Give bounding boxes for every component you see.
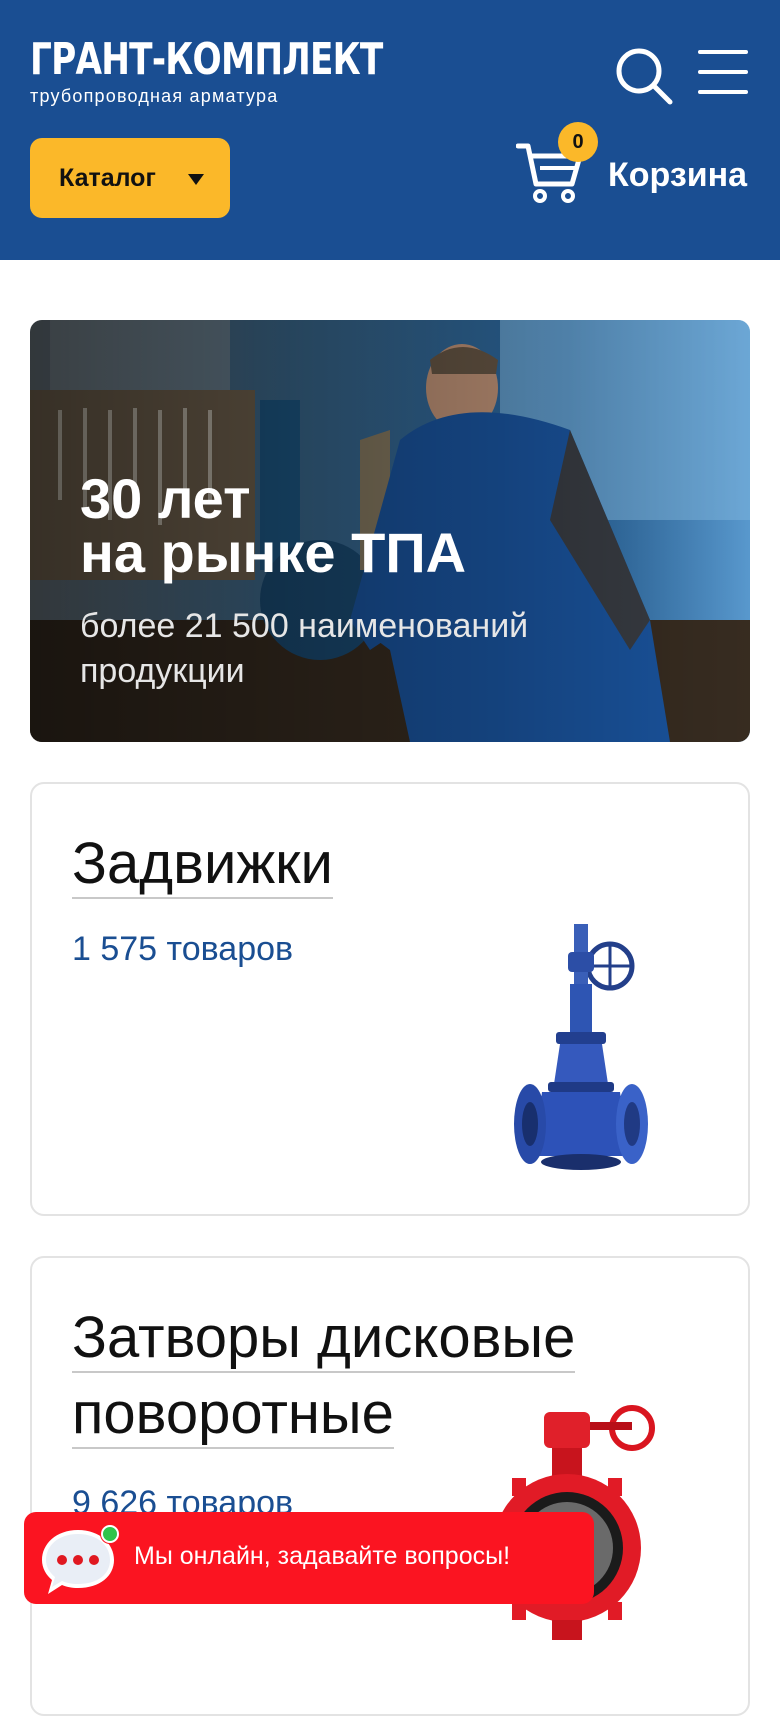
chevron-down-icon — [188, 174, 204, 185]
logo-title: ГРАНТ-КОМПЛЕКТ — [30, 34, 383, 85]
hero-subtitle: более 21 500 наименований продукции — [80, 607, 529, 690]
category-title-link[interactable]: Затворы дисковые — [72, 1305, 576, 1373]
search-icon — [616, 48, 673, 105]
cart-button[interactable]: 0 Корзина — [516, 122, 756, 222]
hamburger-menu-icon-bar — [698, 70, 748, 74]
online-chat-widget[interactable]: Мы онлайн, задавайте вопросы! — [24, 1512, 594, 1604]
cart-count-badge: 0 — [558, 122, 598, 162]
chat-bubble-icon — [42, 1524, 120, 1594]
hero-title: 30 лет на рынке ТПА — [80, 467, 467, 584]
category-title-link[interactable]: Задвижки — [72, 831, 333, 899]
category-title: Задвижки — [72, 826, 333, 902]
search-button[interactable] — [612, 44, 676, 108]
chat-widget-text: Мы онлайн, задавайте вопросы! — [134, 1542, 511, 1570]
menu-button[interactable] — [696, 46, 752, 98]
category-card-gate-valves[interactable]: Задвижки 1 575 товаров — [30, 782, 750, 1216]
gate-valve-image — [514, 924, 648, 1170]
site-logo[interactable]: ГРАНТ-КОМПЛЕКТ трубопроводная арматура — [30, 34, 482, 107]
logo-subtitle: трубопроводная арматура — [30, 86, 279, 106]
catalog-button[interactable]: Каталог — [30, 138, 230, 218]
cart-label: Корзина — [608, 156, 748, 194]
catalog-button-label: Каталог — [59, 163, 156, 192]
category-title-link-line2[interactable]: поворотные — [72, 1381, 394, 1449]
site-header: ГРАНТ-КОМПЛЕКТ трубопроводная арматура К… — [0, 0, 780, 260]
hamburger-menu-icon-bar — [698, 90, 748, 94]
hamburger-menu-icon — [698, 50, 748, 54]
category-card-butterfly-valves[interactable]: Затворы дисковые поворотные 9 626 товаро… — [30, 1256, 750, 1716]
hero-banner[interactable]: 30 лет на рынке ТПА более 21 500 наимено… — [30, 320, 750, 742]
category-product-count: 1 575 товаров — [72, 930, 294, 968]
